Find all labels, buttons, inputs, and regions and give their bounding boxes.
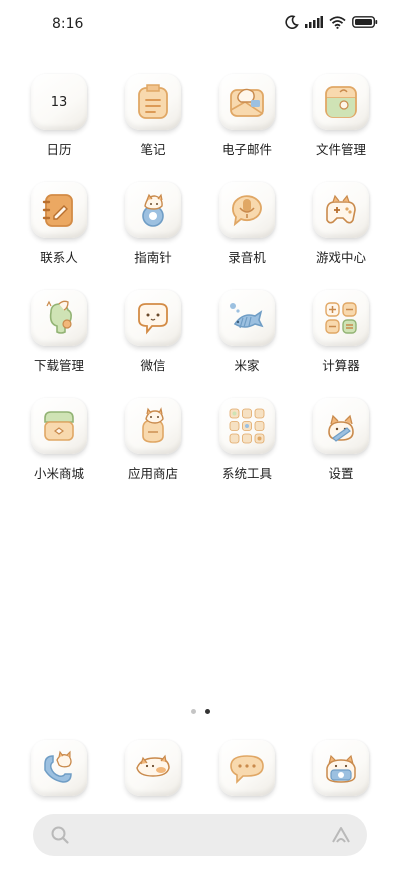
- battery-icon: [352, 16, 378, 28]
- dock: [12, 738, 388, 796]
- recorder-icon: [232, 195, 262, 227]
- app-label: 电子邮件: [221, 142, 272, 157]
- dock-app-messages[interactable]: [200, 738, 294, 796]
- app-label: 应用商店: [127, 466, 178, 481]
- app-label: 录音机: [228, 250, 266, 265]
- app-notes[interactable]: 笔记: [106, 72, 200, 180]
- mi-store-icon: [44, 411, 74, 441]
- app-label: 文件管理: [315, 142, 366, 157]
- app-app-store[interactable]: 应用商店: [106, 396, 200, 504]
- dock-app-contacts[interactable]: [106, 738, 200, 796]
- app-mi-store[interactable]: 小米商城: [12, 396, 106, 504]
- phone-icon: [44, 750, 72, 783]
- app-store-icon: [142, 407, 164, 443]
- app-wechat[interactable]: 微信: [106, 288, 200, 396]
- notes-icon: [138, 84, 168, 119]
- app-label: 设置: [328, 466, 354, 481]
- app-label: 米家: [234, 358, 260, 373]
- wifi-icon: [329, 15, 346, 29]
- mijia-icon: [230, 303, 264, 329]
- camera-icon: [326, 754, 356, 783]
- calendar-icon: 13: [31, 74, 87, 130]
- app-compass[interactable]: 指南针: [106, 180, 200, 288]
- calculator-icon: [325, 302, 357, 334]
- app-file-manager[interactable]: 文件管理: [294, 72, 388, 180]
- app-system-tools-folder[interactable]: 系统工具: [200, 396, 294, 504]
- assistant-icon[interactable]: [331, 826, 351, 844]
- app-mijia[interactable]: 米家: [200, 288, 294, 396]
- messages-icon: [230, 755, 264, 784]
- wechat-icon: [138, 303, 168, 335]
- dock-app-phone[interactable]: [12, 738, 106, 796]
- system-tools-folder-icon: [229, 408, 265, 444]
- status-time: 8:16: [52, 16, 84, 32]
- app-label: 小米商城: [33, 466, 84, 481]
- calendar-date: 13: [50, 94, 68, 110]
- status-icons: [285, 15, 378, 29]
- signal-icon: [305, 16, 323, 28]
- contacts-icon: [42, 194, 73, 227]
- app-game-center[interactable]: 游戏中心: [294, 180, 388, 288]
- contacts-cat-icon: [136, 754, 170, 777]
- app-grid: 13 日历 笔记 电子邮件 文件管理 联系人 指南针 录音机 游戏中心 下载管理…: [12, 72, 388, 504]
- dock-app-camera[interactable]: [294, 738, 388, 796]
- app-recorder[interactable]: 录音机: [200, 180, 294, 288]
- app-label: 微信: [140, 358, 166, 373]
- search-icon[interactable]: [50, 825, 70, 845]
- app-calculator[interactable]: 计算器: [294, 288, 388, 396]
- file-manager-icon: [325, 86, 357, 118]
- page-dot-2-active[interactable]: [204, 709, 210, 714]
- email-icon: [230, 88, 264, 117]
- app-download-manager[interactable]: 下载管理: [12, 288, 106, 396]
- app-label: 系统工具: [221, 466, 272, 481]
- app-settings[interactable]: 设置: [294, 396, 388, 504]
- app-contacts[interactable]: 联系人: [12, 180, 106, 288]
- app-label: 下载管理: [33, 358, 84, 373]
- app-label: 计算器: [322, 358, 360, 373]
- app-label: 笔记: [140, 142, 166, 157]
- search-bar[interactable]: [33, 814, 367, 856]
- app-email[interactable]: 电子邮件: [200, 72, 294, 180]
- app-label: 指南针: [134, 250, 172, 265]
- moon-icon: [285, 15, 299, 29]
- page-dot-1[interactable]: [190, 709, 196, 714]
- app-label: 游戏中心: [315, 250, 366, 265]
- settings-icon: [328, 414, 354, 442]
- compass-icon: [142, 193, 164, 227]
- download-manager-icon: [46, 300, 72, 334]
- game-center-icon: [326, 194, 356, 224]
- app-label: 日历: [46, 142, 72, 157]
- status-bar: 8:16: [0, 0, 400, 52]
- app-calendar[interactable]: 13 日历: [12, 72, 106, 180]
- app-label: 联系人: [40, 250, 78, 265]
- page-indicator: [0, 709, 400, 714]
